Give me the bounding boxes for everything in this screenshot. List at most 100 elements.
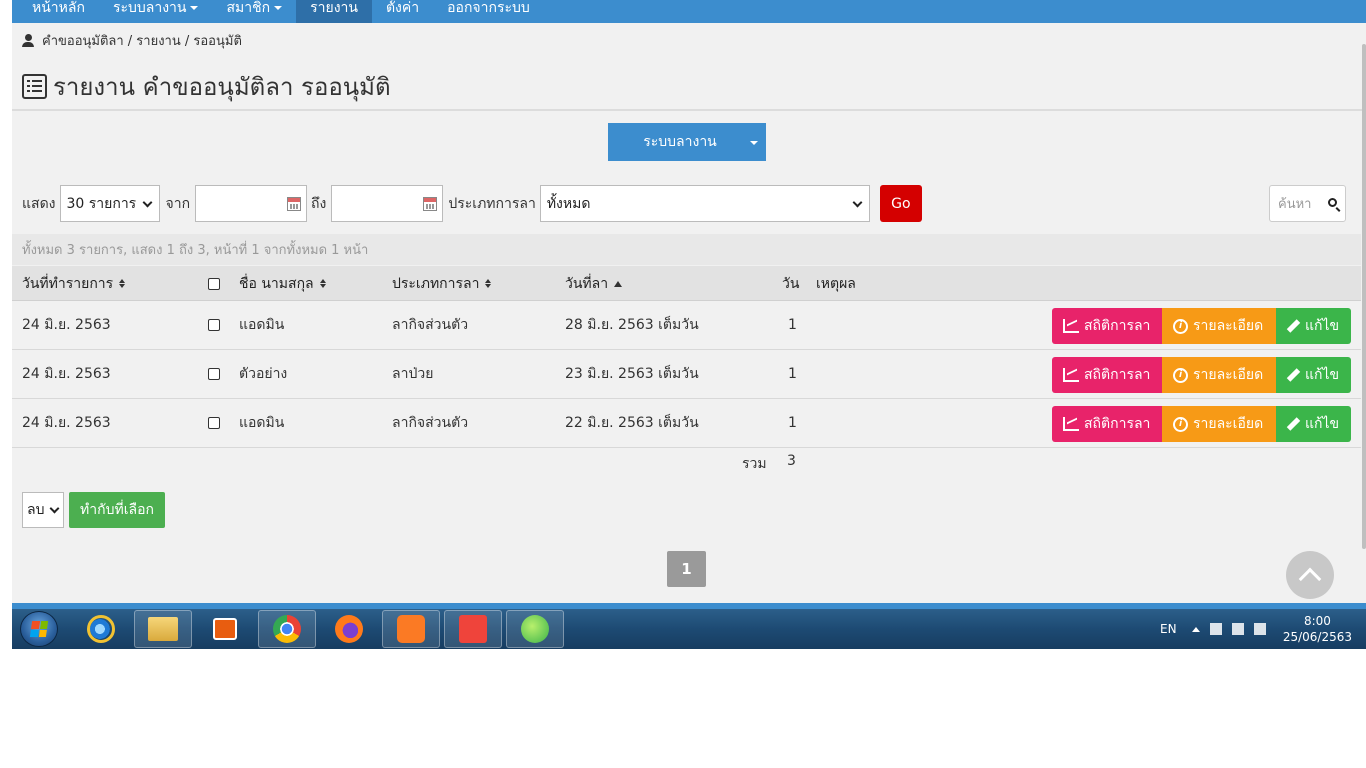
clock-date: 25/06/2563 [1282,630,1352,644]
taskbar-chrome[interactable] [258,610,316,648]
row-checkbox[interactable] [208,417,220,429]
caret-down-icon [274,6,283,10]
page-size-select[interactable]: 30 รายการ [59,185,160,222]
table-header: วันที่ทำรายการ ชื่อ นามสกุล ประเภทการลา … [12,266,1361,301]
header-leave-date[interactable]: วันที่ลา [565,266,623,301]
list-icon [22,74,47,99]
language-indicator[interactable]: EN [1160,609,1177,649]
bulk-apply-button[interactable]: ทำกับที่เลือก [69,492,165,528]
browser-page: หน้าหลัก ระบบลางาน สมาชิก รายงาน ตั้งค่า… [12,0,1366,649]
search-placeholder: ค้นหา [1278,197,1312,212]
nav-report[interactable]: รายงาน [296,0,372,23]
search-input[interactable]: ค้นหา [1269,185,1346,222]
row-checkbox-cell [208,301,220,349]
row-checkbox[interactable] [208,368,220,380]
bulk-action-value: ลบ [27,502,45,518]
to-label: ถึง [311,195,327,212]
edit-button[interactable]: แก้ไข [1276,406,1351,442]
stat-button[interactable]: สถิติการลา [1052,357,1162,393]
header-days: วัน [782,266,799,301]
chevron-down-icon [852,197,863,208]
breadcrumb-text[interactable]: คำขออนุมัติลา / รายงาน / รออนุมัติ [42,30,242,51]
taskbar-firefox[interactable] [320,610,378,648]
show-label: แสดง [22,195,56,212]
tray-arrow-icon[interactable] [1192,626,1200,632]
taskbar-xampp[interactable] [382,610,440,648]
header-created[interactable]: วันที่ทำรายการ [22,266,126,301]
calendar-icon[interactable] [423,197,438,211]
edit-button-label: แก้ไข [1305,367,1340,383]
cell-created: 24 มิ.ย. 2563 [22,317,111,333]
select-all-checkbox[interactable] [208,277,220,290]
filter-bar: แสดง 30 รายการ จาก ถึง ประเภทการลา ทั้งห… [22,185,922,222]
row-checkbox[interactable] [208,319,220,331]
folder-icon [148,617,178,641]
bulk-action-select[interactable]: ลบ [22,492,64,528]
taskbar-clock[interactable]: 8:00 25/06/2563 [1283,613,1352,645]
page-title-text: รายงาน คำขออนุมัติลา รออนุมัติ [53,73,391,101]
taskbar-anydesk[interactable] [444,610,502,648]
stat-button[interactable]: สถิติการลา [1052,406,1162,442]
taskbar-internet-explorer[interactable] [72,610,130,648]
go-button-label: Go [891,195,911,212]
row-actions: สถิติการลา i รายละเอียด แก้ไข [1052,406,1351,442]
nav-members[interactable]: สมาชิก [212,0,296,23]
cell-days: 1 [788,415,797,431]
detail-button[interactable]: i รายละเอียด [1162,357,1276,393]
info-icon: i [1173,318,1188,334]
header-leave-date-label: วันที่ลา [565,275,609,292]
sort-icon [119,279,126,288]
taskbar-line[interactable] [506,610,564,648]
header-type[interactable]: ประเภทการลา [392,266,492,301]
leave-type-label: ประเภทการลา [448,195,536,212]
module-dropdown-label: ระบบลางาน [643,134,717,150]
cell-name: ตัวอย่าง [239,366,288,382]
page-scrollbar[interactable] [1362,44,1366,549]
edit-button[interactable]: แก้ไข [1276,308,1351,344]
network-icon[interactable] [1232,623,1244,635]
table-row: 24 มิ.ย. 2563 แอดมิน ลากิจส่วนตัว 22 มิ.… [12,399,1361,448]
total-value: 3 [787,453,796,469]
header-reason-label: เหตุผล [816,275,856,292]
pencil-icon [1286,417,1301,431]
leave-type-select[interactable]: ทั้งหมด [539,185,870,222]
nav-home[interactable]: หน้าหลัก [12,0,99,23]
detail-button-label: รายละเอียด [1193,318,1264,334]
search-icon[interactable] [1328,198,1337,207]
detail-button[interactable]: i รายละเอียด [1162,308,1276,344]
nav-leave-system[interactable]: ระบบลางาน [99,0,213,23]
nav-settings[interactable]: ตั้งค่า [372,0,433,23]
media-player-icon [213,618,237,640]
cell-type: ลากิจส่วนตัว [392,415,469,431]
edit-button[interactable]: แก้ไข [1276,357,1351,393]
header-days-label: วัน [782,275,800,292]
edit-button-label: แก้ไข [1305,416,1340,432]
chart-icon [1063,368,1079,382]
nav-settings-label: ตั้งค่า [385,0,420,16]
volume-icon[interactable] [1254,623,1266,635]
scroll-to-top-button[interactable] [1286,551,1334,599]
detail-button[interactable]: i รายละเอียด [1162,406,1276,442]
date-to-input[interactable] [331,185,444,222]
date-from-input[interactable] [195,185,308,222]
internet-explorer-icon [87,615,115,643]
page-size-value: 30 รายการ [66,195,137,212]
header-reason: เหตุผล [816,266,856,301]
nav-logout[interactable]: ออกจากระบบ [433,0,544,23]
go-button[interactable]: Go [879,185,922,222]
action-center-flag-icon[interactable] [1210,623,1222,635]
cell-days: 1 [788,366,797,382]
header-name-label: ชื่อ นามสกุล [239,275,314,292]
calendar-icon[interactable] [287,197,302,211]
cell-type: ลาป่วย [392,366,434,382]
cell-type: ลากิจส่วนตัว [392,317,469,333]
pagination-page[interactable]: 1 [667,551,706,587]
stat-button[interactable]: สถิติการลา [1052,308,1162,344]
taskbar-media-player[interactable] [196,610,254,648]
module-dropdown-button[interactable]: ระบบลางาน [608,123,766,161]
taskbar-file-explorer[interactable] [134,610,192,648]
result-summary: ทั้งหมด 3 รายการ, แสดง 1 ถึง 3, หน้าที่ … [12,234,1361,265]
header-name[interactable]: ชื่อ นามสกุล [239,266,326,301]
start-button[interactable] [20,611,58,647]
info-icon: i [1173,367,1188,383]
